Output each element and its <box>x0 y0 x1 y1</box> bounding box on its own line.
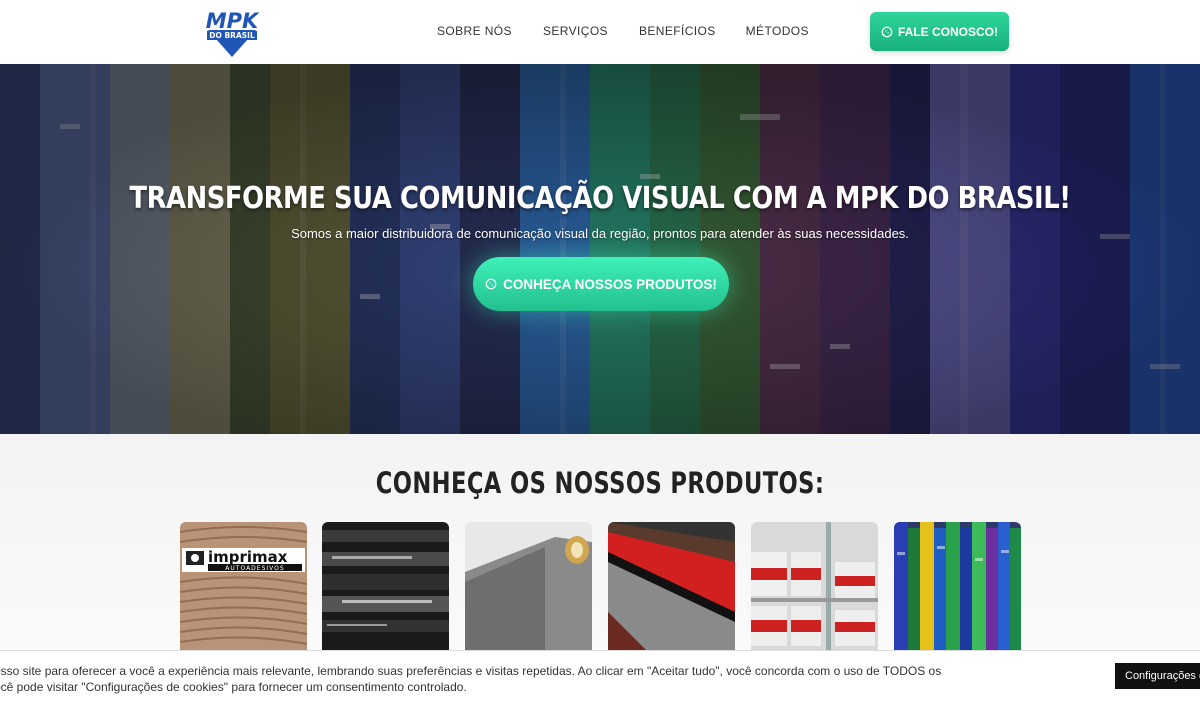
logo-text: MPK <box>206 9 260 33</box>
product-card-color-rolls[interactable] <box>894 522 1021 652</box>
products-title: CONHEÇA OS NOSSOS PRODUTOS: <box>375 466 825 500</box>
hero-title: TRANSFORME SUA COMUNICAÇÃO VISUAL COM A … <box>129 181 1071 216</box>
nav-beneficios[interactable]: BENEFÍCIOS <box>639 24 716 38</box>
logo-subtext: DO BRASIL <box>209 31 255 40</box>
fale-conosco-button[interactable]: FALE CONOSCO! <box>870 12 1009 51</box>
cookie-settings-button[interactable]: Configurações de <box>1115 663 1200 689</box>
products-section: CONHEÇA OS NOSSOS PRODUTOS: imprimax AUT… <box>0 434 1200 652</box>
hero-dark-overlay <box>0 64 1200 434</box>
hero-subtitle: Somos a maior distribuidora de comunicaç… <box>291 226 909 241</box>
product-card-acm-sheets[interactable] <box>608 522 735 652</box>
fale-conosco-label: FALE CONOSCO! <box>897 24 998 39</box>
product-card-grey-roll[interactable] <box>465 522 592 652</box>
mpk-logo[interactable]: MPK DO BRASIL <box>200 8 264 58</box>
product-image-grey-roll <box>465 522 592 652</box>
imprimax-sub: AUTOADESIVOS <box>225 565 284 572</box>
whatsapp-icon <box>881 26 893 37</box>
cookie-consent-bar: osso site para oferecer a você a experiê… <box>0 650 1200 701</box>
conheca-produtos-label: CONHEÇA NOSSOS PRODUTOS! <box>503 276 717 292</box>
main-nav: SOBRE NÓS SERVIÇOS BENEFÍCIOS MÉTODOS <box>437 24 809 38</box>
conheca-produtos-button[interactable]: CONHEÇA NOSSOS PRODUTOS! <box>473 257 729 311</box>
cookie-message-line2: ocê pode visitar "Configurações de cooki… <box>0 680 467 694</box>
product-card-paint-cans[interactable] <box>751 522 878 652</box>
nav-metodos[interactable]: MÉTODOS <box>746 24 809 38</box>
site-header: MPK DO BRASIL SOBRE NÓS SERVIÇOS BENEFÍC… <box>0 0 1200 65</box>
product-image-acm-sheets <box>608 522 735 652</box>
product-image-black-vinyl <box>322 522 449 652</box>
whatsapp-icon <box>485 278 497 290</box>
hero-banner: TRANSFORME SUA COMUNICAÇÃO VISUAL COM A … <box>0 64 1200 434</box>
nav-servicos[interactable]: SERVIÇOS <box>543 24 608 38</box>
product-image-paint-cans <box>751 522 878 652</box>
product-card-black-vinyl[interactable] <box>322 522 449 652</box>
nav-sobre-nos[interactable]: SOBRE NÓS <box>437 24 512 38</box>
imprimax-brand: imprimax <box>208 548 288 566</box>
product-card-imprimax[interactable]: imprimax AUTOADESIVOS <box>180 522 307 652</box>
product-cards: imprimax AUTOADESIVOS <box>180 522 1022 652</box>
cookie-message: osso site para oferecer a você a experiê… <box>0 663 942 695</box>
product-image-color-rolls <box>894 522 1021 652</box>
cookie-message-line1: osso site para oferecer a você a experiê… <box>0 664 942 678</box>
product-image-adhesive-rolls: imprimax AUTOADESIVOS <box>180 522 307 652</box>
